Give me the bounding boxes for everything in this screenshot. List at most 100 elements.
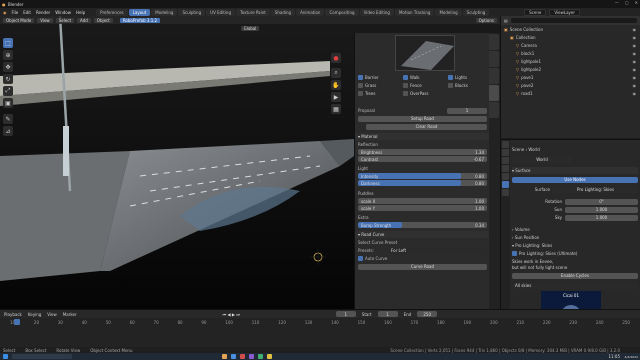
orientation-selector[interactable]: Global [240, 25, 260, 31]
minimize-button[interactable]: — [615, 0, 619, 5]
feature-option[interactable]: OverPass [403, 91, 428, 96]
transform-tool-icon[interactable]: ▣ [3, 98, 13, 108]
outliner-item[interactable]: ▣ Collection ◉ [504, 33, 640, 41]
road-curve-section[interactable]: ▾ Road Curve [355, 231, 490, 238]
bump-strength-slider[interactable]: Bump Strength 0.34 [358, 222, 487, 228]
play-controls[interactable]: ⏮ ◀ ▶ ⏭ [223, 312, 240, 317]
axis-gizmo-icon[interactable]: ● [331, 53, 341, 63]
menu-render[interactable]: Render [36, 10, 50, 15]
rotation-field[interactable]: 0° [565, 198, 638, 205]
workspace-tab[interactable]: Sculpting [178, 8, 206, 16]
end-frame-field[interactable]: 250 [417, 311, 438, 317]
feature-option[interactable]: Lights [448, 75, 467, 80]
sidebar-tab-item[interactable] [489, 34, 499, 50]
scale-tool-icon[interactable]: ⤢ [3, 86, 13, 96]
world-tab-icon[interactable] [502, 181, 509, 188]
tool-tab-icon[interactable] [502, 141, 509, 148]
object-menu[interactable]: Object [93, 17, 113, 23]
outliner-item[interactable]: ▽ lightpole2 ◉ [504, 65, 640, 73]
options-menu[interactable]: Options [475, 17, 497, 23]
scale-y-slider[interactable]: scale Y 1.00 [358, 205, 487, 211]
select-tool-icon[interactable]: ⬚ [3, 38, 13, 48]
outliner-search-input[interactable] [510, 18, 637, 23]
workspace-tab[interactable]: Texture Paint [236, 8, 270, 16]
menu-help[interactable]: Help [76, 10, 85, 15]
rotate-tool-icon[interactable]: ↻ [3, 74, 13, 84]
brightness-slider[interactable]: Brightness 1.34 [358, 149, 487, 155]
object-tab-icon[interactable] [502, 189, 509, 196]
workspace-tab[interactable]: Modeling [151, 8, 178, 16]
playhead[interactable] [14, 319, 20, 325]
current-frame-field[interactable]: 1 [335, 311, 356, 317]
outliner-item[interactable]: ▽ lightpole1 ◉ [504, 57, 640, 65]
workspace-tab[interactable]: Motion Tracking [394, 8, 435, 16]
intensity-slider[interactable]: Intensity 0.80 [358, 173, 487, 179]
sky-category-dropdown[interactable]: All skies [512, 282, 638, 289]
workspace-tab[interactable]: Shading [270, 8, 296, 16]
visibility-eye-icon[interactable]: ◉ [633, 59, 637, 64]
camera-view-icon[interactable]: ▶ [331, 92, 341, 102]
menu-file[interactable]: File [12, 10, 19, 15]
feature-checkbox[interactable] [448, 83, 453, 88]
mode-selector[interactable]: Object Mode [3, 17, 35, 23]
outliner-item[interactable]: ▽ road1 ◉ [504, 89, 640, 97]
taskbar-app-icon[interactable] [231, 354, 236, 359]
sky-thumbnail[interactable]: Cicai 01 [541, 291, 601, 310]
marker-menu[interactable]: Marker [63, 312, 77, 317]
visibility-eye-icon[interactable]: ◉ [633, 51, 637, 56]
annotate-tool-icon[interactable]: ✎ [3, 114, 13, 124]
pan-icon[interactable]: ✋ [331, 80, 341, 90]
taskbar-app-icon[interactable] [222, 354, 227, 359]
workspace-tab[interactable]: Video Editing [359, 8, 394, 16]
sidebar-tab-tool[interactable] [489, 51, 499, 67]
select-menu[interactable]: Select [55, 17, 75, 23]
feature-checkbox[interactable] [403, 83, 408, 88]
outliner-item[interactable]: ▽ block1 ◉ [504, 49, 640, 57]
world-selector[interactable]: World [512, 156, 572, 163]
workspace-tab[interactable]: Compositing [325, 8, 359, 16]
feature-option[interactable]: Trees [358, 91, 375, 96]
taskbar-app-icon[interactable] [249, 354, 254, 359]
taskbar-app-icon[interactable] [267, 354, 272, 359]
playback-menu[interactable]: Playback [4, 312, 22, 317]
measure-tool-icon[interactable]: ⊿ [3, 126, 13, 136]
close-button[interactable]: ✕ [635, 0, 638, 5]
render-tab-icon[interactable] [502, 149, 509, 156]
sun-field[interactable]: 1.000 [565, 206, 638, 213]
taskbar-app-icon[interactable] [258, 354, 263, 359]
timeline-ruler[interactable]: 10 20 30 40 50 60 70 80 90 100 110 120 130 140 150 160 1… [10, 320, 630, 326]
keying-menu[interactable]: Keying [28, 312, 41, 317]
presets-dropdown[interactable]: For Left [388, 247, 487, 254]
pro-skies-ultimate-checkbox[interactable] [512, 251, 517, 256]
visibility-eye-icon[interactable]: ◉ [633, 75, 637, 80]
feature-checkbox[interactable] [403, 75, 408, 80]
menu-window[interactable]: Window [55, 10, 71, 15]
feature-option[interactable]: Barrier [358, 75, 379, 80]
enable-cycles-button[interactable]: Enable Cycles [512, 272, 638, 279]
visibility-eye-icon[interactable]: ◉ [633, 27, 637, 32]
scene-tab-icon[interactable] [502, 173, 509, 180]
visibility-eye-icon[interactable]: ◉ [633, 91, 637, 96]
outliner-filter-icon[interactable]: ▤ [504, 18, 508, 23]
feature-checkbox[interactable] [448, 75, 453, 80]
view-layer-tab-icon[interactable] [502, 165, 509, 172]
outliner-item[interactable]: ▽ pave1 ◉ [504, 73, 640, 81]
workspace-tab[interactable]: Preferences [96, 8, 128, 16]
setup-road-button[interactable]: Setup Road [358, 115, 487, 122]
feature-checkbox[interactable] [358, 75, 363, 80]
feature-checkbox[interactable] [403, 91, 408, 96]
workspace-tab[interactable]: Animation [296, 8, 325, 16]
addon-button[interactable]: RoboPrefab 3.1.2 [119, 17, 161, 23]
proposal-field[interactable]: 1 [447, 107, 487, 114]
material-section[interactable]: ▾ Material [355, 133, 490, 140]
sidebar-tab-roboprefab[interactable] [489, 85, 499, 101]
taskbar-app-icon[interactable] [240, 354, 245, 359]
feature-checkbox[interactable] [358, 91, 363, 96]
grid-icon[interactable]: ▦ [331, 104, 341, 114]
outliner-item[interactable]: ▣ Scene Collection ◉ [504, 25, 640, 33]
timeline-view-menu[interactable]: View [47, 312, 57, 317]
zoom-icon[interactable]: ⌕ [331, 68, 341, 78]
workspace-tab[interactable]: Modeling [435, 8, 462, 16]
menu-edit[interactable]: Edit [23, 10, 31, 15]
clear-road-button[interactable]: Clear Road [366, 123, 487, 130]
